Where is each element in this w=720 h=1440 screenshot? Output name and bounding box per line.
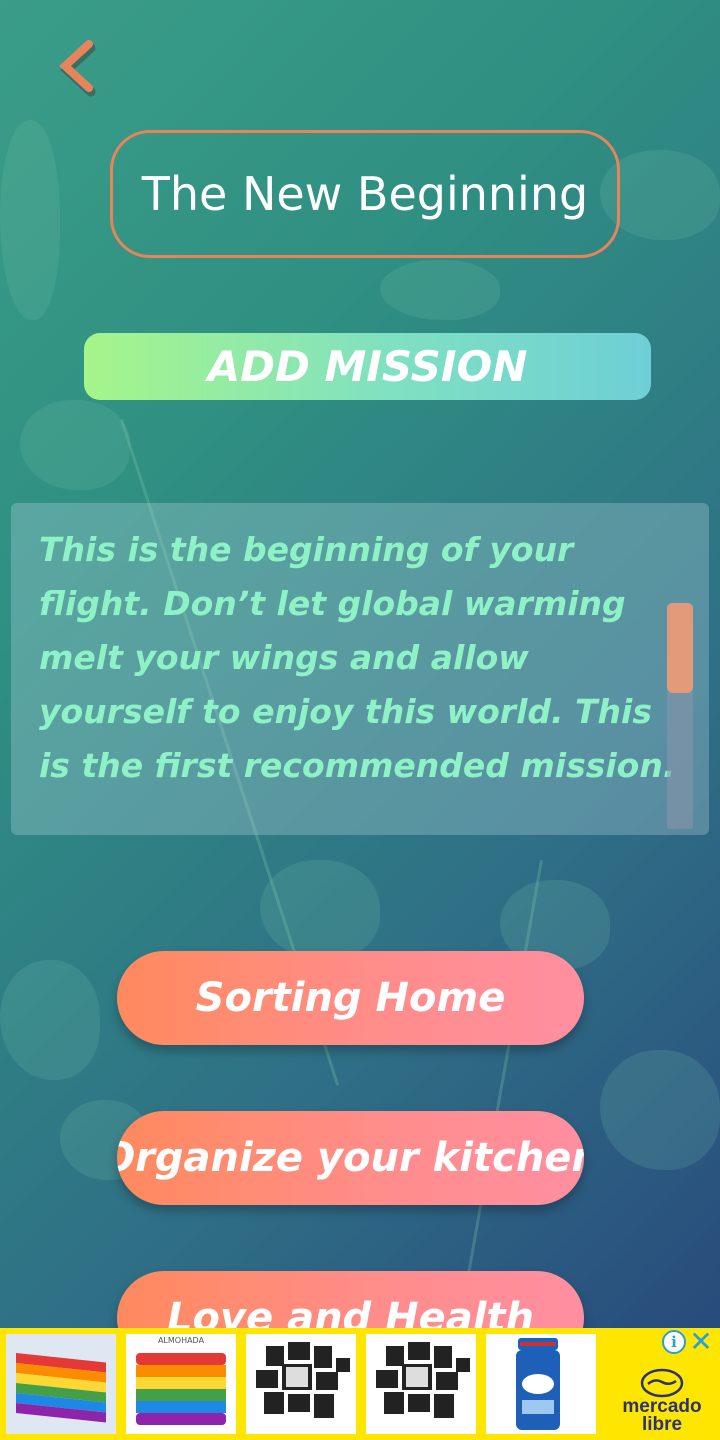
mission-label: Organize your kitchen: [117, 1135, 584, 1181]
mission-label: Sorting Home: [195, 975, 506, 1021]
chevron-left-icon: [59, 40, 96, 97]
back-button[interactable]: [48, 36, 104, 100]
rainbow-pillow-icon: [136, 1353, 226, 1425]
scrollbar-thumb[interactable]: [667, 603, 693, 693]
handshake-logo-icon: [640, 1368, 684, 1398]
ad-product-flag[interactable]: [6, 1334, 116, 1434]
pillow-caption: ALMOHADA: [157, 1336, 205, 1345]
add-mission-button[interactable]: ADD MISSION: [84, 333, 651, 400]
mission-title-text: The New Beginning: [141, 167, 589, 221]
mercado-libre-logo[interactable]: mercado libre: [612, 1342, 712, 1434]
add-mission-label: ADD MISSION: [207, 342, 528, 391]
ad-product-wipes[interactable]: [486, 1334, 596, 1434]
ad-product-pillow[interactable]: ALMOHADA: [126, 1334, 236, 1434]
mission-button-sorting-home[interactable]: Sorting Home: [117, 951, 584, 1045]
rainbow-flag-icon: [6, 1334, 116, 1434]
photo-frames-icon: [376, 1342, 470, 1418]
ad-product-frames-2[interactable]: [366, 1334, 476, 1434]
photo-frames-icon: [256, 1342, 350, 1418]
scrollbar-track[interactable]: [667, 603, 693, 829]
mercado-libre-line2: libre: [641, 1414, 683, 1435]
ad-product-frames-1[interactable]: [246, 1334, 356, 1434]
description-panel[interactable]: This is the beginning of your flight. Do…: [11, 503, 709, 835]
wipes-container-icon: [516, 1338, 560, 1430]
mission-button-organize-kitchen[interactable]: Organize your kitchen: [117, 1111, 584, 1205]
description-text: This is the beginning of your flight. Do…: [39, 530, 676, 785]
mission-title: The New Beginning: [110, 130, 620, 258]
